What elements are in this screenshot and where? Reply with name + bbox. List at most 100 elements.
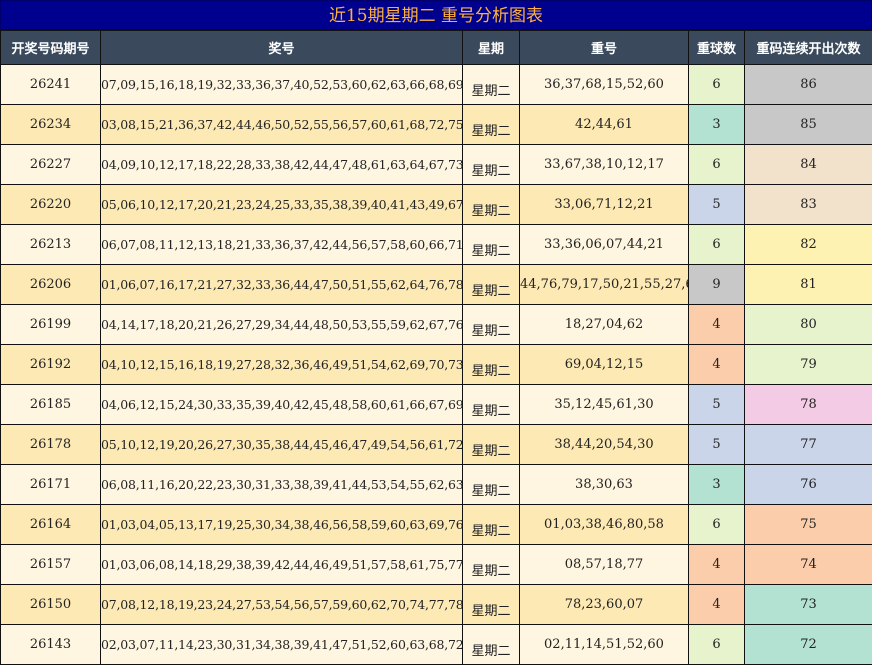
weekday-cell: 星期二 [463,425,520,465]
weekday-cell: 星期二 [463,265,520,305]
weekday-cell: 星期二 [463,385,520,425]
table-row: 2621306,07,08,11,12,13,18,21,33,36,37,42… [1,225,872,265]
period-cell: 26143 [1,625,101,665]
repeat-count-cell: 5 [689,185,745,225]
weekday-cell: 星期二 [463,545,520,585]
period-cell: 26192 [1,345,101,385]
column-header-repeat-count: 重球数 [689,31,745,65]
repeat-count-cell: 6 [689,505,745,545]
repeat-count-cell: 3 [689,465,745,505]
numbers-cell: 06,07,08,11,12,13,18,21,33,36,37,42,44,5… [101,225,463,265]
period-cell: 26227 [1,145,101,185]
column-header-weekday: 星期 [463,31,520,65]
repeat-numbers-cell: 69,04,12,15 [520,345,689,385]
streak-cell: 80 [745,305,872,345]
table-row: 2623403,08,15,21,36,37,42,44,46,50,52,55… [1,105,872,145]
chart-container: 近15期星期二 重号分析图表 开奖号码期号 奖号 星期 重号 重球数 重码连续开… [0,0,872,589]
repeat-numbers-cell: 18,27,04,62 [520,305,689,345]
numbers-cell: 01,06,07,16,17,21,27,32,33,36,44,47,50,5… [101,265,463,305]
repeat-numbers-cell: 38,30,63 [520,465,689,505]
weekday-cell: 星期二 [463,105,520,145]
streak-cell: 75 [745,505,872,545]
streak-cell: 78 [745,385,872,425]
numbers-cell: 04,09,10,12,17,18,22,28,33,38,42,44,47,4… [101,145,463,185]
numbers-cell: 01,03,04,05,13,17,19,25,30,34,38,46,56,5… [101,505,463,545]
repeat-count-cell: 6 [689,225,745,265]
repeat-numbers-cell: 44,76,79,17,50,21,55,27,62 [520,265,689,305]
streak-cell: 74 [745,545,872,585]
table-row: 2624107,09,15,16,18,19,32,33,36,37,40,52… [1,65,872,105]
streak-cell: 77 [745,425,872,465]
table-row: 2622005,06,10,12,17,20,21,23,24,25,33,35… [1,185,872,225]
weekday-cell: 星期二 [463,585,520,625]
repeat-numbers-cell: 33,67,38,10,12,17 [520,145,689,185]
repeat-count-cell: 5 [689,425,745,465]
column-header-streak: 重码连续开出次数 [745,31,872,65]
period-cell: 26206 [1,265,101,305]
streak-cell: 79 [745,345,872,385]
numbers-cell: 04,10,12,15,16,18,19,27,28,32,36,46,49,5… [101,345,463,385]
repeat-numbers-cell: 33,06,71,12,21 [520,185,689,225]
repeat-numbers-cell: 01,03,38,46,80,58 [520,505,689,545]
numbers-cell: 04,06,12,15,24,30,33,35,39,40,42,45,48,5… [101,385,463,425]
numbers-cell: 04,14,17,18,20,21,26,27,29,34,44,48,50,5… [101,305,463,345]
repeat-numbers-cell: 36,37,68,15,52,60 [520,65,689,105]
table-row: 2615007,08,12,18,19,23,24,27,53,54,56,57… [1,585,872,625]
weekday-cell: 星期二 [463,505,520,545]
table-row: 2615701,03,06,08,14,18,29,38,39,42,44,46… [1,545,872,585]
period-cell: 26241 [1,65,101,105]
streak-cell: 76 [745,465,872,505]
table-row: 2617805,10,12,19,20,26,27,30,35,38,44,45… [1,425,872,465]
page-title: 近15期星期二 重号分析图表 [0,0,872,30]
weekday-cell: 星期二 [463,185,520,225]
streak-cell: 73 [745,585,872,625]
weekday-cell: 星期二 [463,65,520,105]
period-cell: 26185 [1,385,101,425]
period-cell: 26150 [1,585,101,625]
numbers-cell: 07,08,12,18,19,23,24,27,53,54,56,57,59,6… [101,585,463,625]
period-cell: 26171 [1,465,101,505]
weekday-cell: 星期二 [463,305,520,345]
streak-cell: 81 [745,265,872,305]
streak-cell: 83 [745,185,872,225]
numbers-cell: 07,09,15,16,18,19,32,33,36,37,40,52,53,6… [101,65,463,105]
repeat-count-cell: 9 [689,265,745,305]
streak-cell: 86 [745,65,872,105]
numbers-cell: 03,08,15,21,36,37,42,44,46,50,52,55,56,5… [101,105,463,145]
period-cell: 26220 [1,185,101,225]
table-row: 2622704,09,10,12,17,18,22,28,33,38,42,44… [1,145,872,185]
weekday-cell: 星期二 [463,465,520,505]
numbers-cell: 05,06,10,12,17,20,21,23,24,25,33,35,38,3… [101,185,463,225]
weekday-cell: 星期二 [463,225,520,265]
repeat-numbers-cell: 35,12,45,61,30 [520,385,689,425]
weekday-cell: 星期二 [463,145,520,185]
repeat-count-cell: 4 [689,305,745,345]
period-cell: 26234 [1,105,101,145]
repeat-numbers-cell: 02,11,14,51,52,60 [520,625,689,665]
period-cell: 26213 [1,225,101,265]
table-row: 2617106,08,11,16,20,22,23,30,31,33,38,39… [1,465,872,505]
table-row: 2619204,10,12,15,16,18,19,27,28,32,36,46… [1,345,872,385]
numbers-cell: 06,08,11,16,20,22,23,30,31,33,38,39,41,4… [101,465,463,505]
repeat-count-cell: 6 [689,145,745,185]
streak-cell: 72 [745,625,872,665]
weekday-cell: 星期二 [463,625,520,665]
column-header-period: 开奖号码期号 [1,31,101,65]
streak-cell: 85 [745,105,872,145]
table-row: 2618504,06,12,15,24,30,33,35,39,40,42,45… [1,385,872,425]
numbers-cell: 02,03,07,11,14,23,30,31,34,38,39,41,47,5… [101,625,463,665]
repeat-analysis-table: 开奖号码期号 奖号 星期 重号 重球数 重码连续开出次数 2624107,09,… [0,30,872,665]
table-row: 2616401,03,04,05,13,17,19,25,30,34,38,46… [1,505,872,545]
repeat-count-cell: 4 [689,545,745,585]
repeat-numbers-cell: 78,23,60,07 [520,585,689,625]
repeat-count-cell: 4 [689,585,745,625]
streak-cell: 84 [745,145,872,185]
weekday-cell: 星期二 [463,345,520,385]
period-cell: 26199 [1,305,101,345]
numbers-cell: 05,10,12,19,20,26,27,30,35,38,44,45,46,4… [101,425,463,465]
repeat-numbers-cell: 33,36,06,07,44,21 [520,225,689,265]
period-cell: 26178 [1,425,101,465]
repeat-numbers-cell: 38,44,20,54,30 [520,425,689,465]
repeat-count-cell: 4 [689,345,745,385]
repeat-numbers-cell: 08,57,18,77 [520,545,689,585]
